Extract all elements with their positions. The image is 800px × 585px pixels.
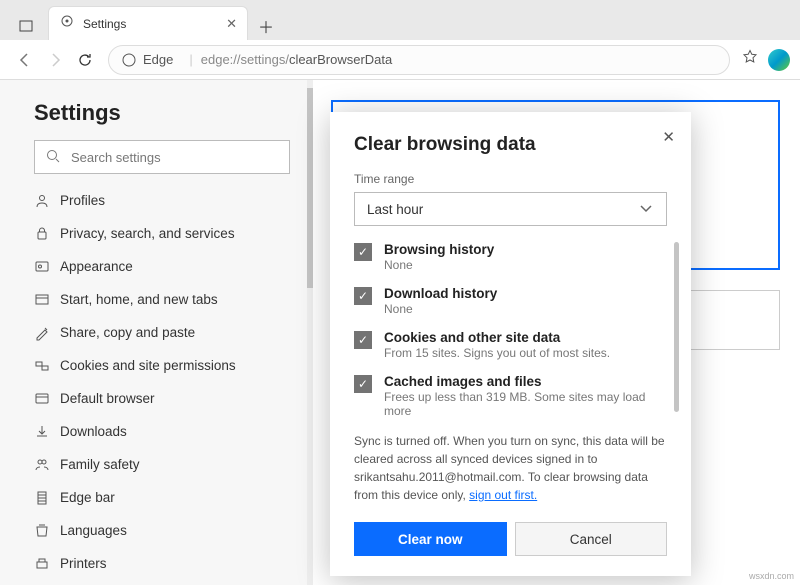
url-suffix: clearBrowserData [289, 52, 392, 67]
sidebar-item[interactable]: Edge bar [34, 481, 290, 514]
checkbox[interactable]: ✓ [354, 287, 372, 305]
time-range-value: Last hour [367, 202, 423, 217]
sign-out-link[interactable]: sign out first. [469, 488, 537, 502]
chevron-down-icon [638, 200, 654, 219]
data-type-row: ✓ Cached images and filesFrees up less th… [354, 374, 667, 418]
data-type-title: Browsing history [384, 242, 494, 257]
refresh-button[interactable] [70, 45, 100, 75]
gear-icon [59, 13, 75, 34]
dialog-close-button[interactable]: ✕ [662, 128, 675, 146]
sidebar-item-label: Default browser [60, 391, 155, 406]
nav-icon [34, 325, 60, 341]
search-placeholder: Search settings [71, 150, 161, 165]
tab-actions-button[interactable] [12, 12, 40, 40]
data-type-subtitle: From 15 sites. Signs you out of most sit… [384, 346, 610, 360]
nav-icon [34, 259, 60, 275]
sidebar-item[interactable]: Downloads [34, 415, 290, 448]
url-prefix: edge://settings/ [201, 52, 289, 67]
sidebar-item[interactable]: Family safety [34, 448, 290, 481]
back-button[interactable] [10, 45, 40, 75]
search-icon [45, 148, 61, 167]
data-type-subtitle: None [384, 302, 497, 316]
settings-sidebar: Settings Search settings Profiles Privacy… [0, 80, 310, 585]
data-type-row: ✓ Browsing historyNone [354, 242, 667, 272]
sidebar-item-label: Profiles [60, 193, 105, 208]
site-identity: Edge [121, 52, 173, 68]
sync-info: Sync is turned off. When you turn on syn… [354, 432, 667, 504]
nav-icon [34, 292, 60, 308]
search-settings-input[interactable]: Search settings [34, 140, 290, 174]
close-tab-button[interactable]: ✕ [226, 16, 237, 32]
data-type-subtitle: None [384, 258, 494, 272]
clear-browsing-data-dialog: ✕ Clear browsing data Time range Last ho… [330, 112, 691, 576]
forward-button [40, 45, 70, 75]
checkbox[interactable]: ✓ [354, 331, 372, 349]
edge-logo-icon [121, 52, 137, 68]
sidebar-item-label: Appearance [60, 259, 133, 274]
nav-icon [34, 556, 60, 572]
data-type-title: Cached images and files [384, 374, 655, 389]
nav-icon [34, 523, 60, 539]
sidebar-item[interactable]: Profiles [34, 184, 290, 217]
profile-avatar[interactable] [768, 49, 790, 71]
sidebar-item[interactable]: Languages [34, 514, 290, 547]
refresh-icon [77, 52, 93, 68]
sidebar-item-label: Cookies and site permissions [60, 358, 236, 373]
sidebar-item[interactable]: Cookies and site permissions [34, 349, 290, 382]
sidebar-item[interactable]: Privacy, search, and services [34, 217, 290, 250]
window-icon [18, 18, 34, 34]
nav-icon [34, 457, 60, 473]
cancel-button[interactable]: Cancel [515, 522, 668, 556]
sidebar-item-label: Printers [60, 556, 107, 571]
omnibox[interactable]: Edge | edge://settings/clearBrowserData [108, 45, 730, 75]
data-type-subtitle: Frees up less than 319 MB. Some sites ma… [384, 390, 655, 418]
sidebar-item-label: Edge bar [60, 490, 115, 505]
arrow-right-icon [47, 52, 63, 68]
sidebar-item[interactable]: Appearance [34, 250, 290, 283]
clear-now-button[interactable]: Clear now [354, 522, 507, 556]
dialog-title: Clear browsing data [354, 134, 667, 156]
new-tab-button[interactable]: ＋ [252, 12, 280, 40]
star-icon [742, 49, 758, 65]
nav-icon [34, 424, 60, 440]
time-range-select[interactable]: Last hour [354, 192, 667, 226]
browser-tab[interactable]: Settings ✕ [48, 6, 248, 40]
address-bar: Edge | edge://settings/clearBrowserData [0, 40, 800, 80]
favorites-button[interactable] [742, 49, 758, 70]
watermark: wsxdn.com [749, 571, 794, 581]
nav-icon [34, 226, 60, 242]
titlebar: Settings ✕ ＋ [0, 0, 800, 40]
nav-icon [34, 358, 60, 374]
dialog-scrollbar[interactable] [674, 242, 679, 412]
data-type-row: ✓ Download historyNone [354, 286, 667, 316]
arrow-left-icon [17, 52, 33, 68]
data-type-row: ✓ Cookies and other site dataFrom 15 site… [354, 330, 667, 360]
checkbox[interactable]: ✓ [354, 375, 372, 393]
time-range-label: Time range [354, 172, 667, 186]
sidebar-item-label: Downloads [60, 424, 127, 439]
nav-icon [34, 490, 60, 506]
sidebar-item[interactable]: Share, copy and paste [34, 316, 290, 349]
sidebar-item-label: Start, home, and new tabs [60, 292, 218, 307]
checkbox[interactable]: ✓ [354, 243, 372, 261]
nav-icon [34, 391, 60, 407]
sidebar-item-label: Family safety [60, 457, 140, 472]
data-type-title: Cookies and other site data [384, 330, 610, 345]
sidebar-item-label: Share, copy and paste [60, 325, 195, 340]
sidebar-scrollbar[interactable] [307, 80, 313, 585]
sidebar-item[interactable]: Start, home, and new tabs [34, 283, 290, 316]
sidebar-item-label: Languages [60, 523, 127, 538]
data-type-title: Download history [384, 286, 497, 301]
nav-icon [34, 193, 60, 209]
sidebar-item[interactable]: Default browser [34, 382, 290, 415]
sidebar-item-label: Privacy, search, and services [60, 226, 235, 241]
page-title: Settings [34, 100, 290, 126]
sidebar-item[interactable]: Printers [34, 547, 290, 580]
separator: | [189, 52, 192, 67]
tab-title: Settings [83, 17, 226, 31]
brand-text: Edge [143, 52, 173, 67]
sidebar-item[interactable]: System and performance [34, 580, 290, 585]
